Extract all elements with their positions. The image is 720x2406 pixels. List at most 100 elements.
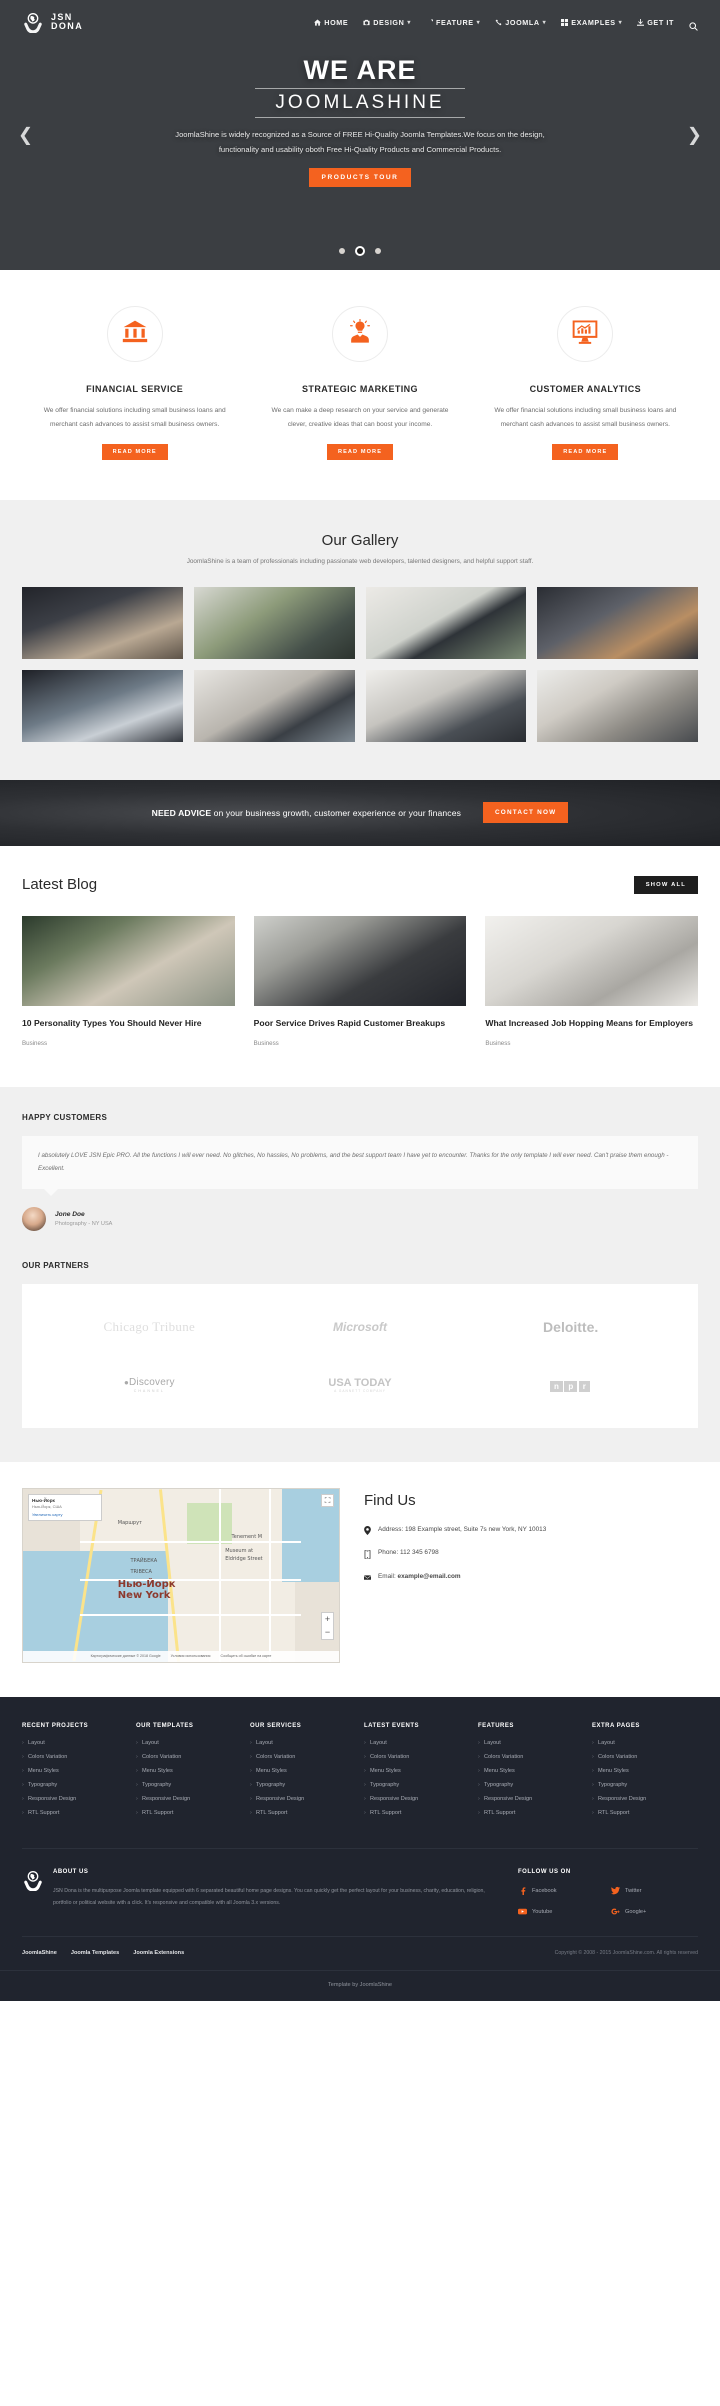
social-link-google-plus[interactable]: Google+ (611, 1907, 698, 1918)
footer-link[interactable]: Typography (364, 1782, 470, 1788)
map-zoom-controls[interactable]: + − (321, 1611, 334, 1640)
slider-dot-3[interactable] (375, 247, 382, 254)
footer-link[interactable]: RTL Support (478, 1810, 584, 1816)
blog-post-category[interactable]: Business (485, 1040, 698, 1047)
footer-link[interactable]: RTL Support (592, 1810, 698, 1816)
map-enlarge-link[interactable]: Увеличить карту (32, 1512, 98, 1517)
footer-link[interactable]: Responsive Design (22, 1796, 128, 1802)
partner-logo-item[interactable]: USA TODAY A GANNETT COMPANY (255, 1366, 466, 1404)
discovery-channel-logo: ●Discovery CHANNEL (124, 1377, 175, 1393)
blog-post-image[interactable] (253, 915, 467, 1006)
blog-post-title[interactable]: 10 Personality Types You Should Never Hi… (22, 1017, 235, 1029)
footer-link[interactable]: RTL Support (250, 1810, 356, 1816)
partner-logo-item[interactable]: ●Discovery CHANNEL (44, 1366, 255, 1404)
social-link-twitter[interactable]: Twitter (611, 1886, 698, 1897)
footer-link[interactable]: Layout (478, 1740, 584, 1746)
show-all-button[interactable]: SHOW ALL (633, 875, 698, 894)
hero-prev-arrow[interactable]: ❮ (18, 125, 33, 146)
blog-post-title[interactable]: Poor Service Drives Rapid Customer Break… (254, 1017, 467, 1029)
site-logo[interactable]: JSN DONA (22, 11, 83, 34)
footer-link[interactable]: Responsive Design (364, 1796, 470, 1802)
footer-link[interactable]: RTL Support (136, 1810, 242, 1816)
blog-post-title[interactable]: What Increased Job Hopping Means for Emp… (485, 1017, 698, 1029)
search-icon[interactable] (689, 18, 698, 31)
blog-post-category[interactable]: Business (22, 1040, 235, 1047)
gallery-item[interactable] (22, 586, 183, 659)
nav-item-home[interactable]: HOME (314, 18, 348, 27)
location-map[interactable]: Нью-Йорк Нью-Йорк, США Увеличить карту ⛶… (22, 1487, 340, 1663)
footer-link[interactable]: RTL Support (364, 1810, 470, 1816)
map-zoom-out-button[interactable]: − (322, 1626, 333, 1639)
map-report[interactable]: Сообщить об ошибке на карте (221, 1654, 272, 1658)
footer-link[interactable]: Typography (250, 1782, 356, 1788)
service-read-more-button[interactable]: READ MORE (101, 443, 168, 460)
blog-post-category[interactable]: Business (254, 1040, 467, 1047)
google-plus-icon (611, 1907, 620, 1918)
footer-link[interactable]: Menu Styles (364, 1768, 470, 1774)
blog-post-image[interactable] (22, 915, 235, 1006)
partner-logo-item[interactable]: Chicago Tribune (44, 1308, 255, 1346)
footer-link[interactable]: Typography (478, 1782, 584, 1788)
map-search-box[interactable]: Нью-Йорк Нью-Йорк, США Увеличить карту (28, 1493, 102, 1521)
footer-link[interactable]: Colors Variation (250, 1754, 356, 1760)
nav-item-joomla[interactable]: JOOMLA ▾ (495, 18, 546, 27)
footer-link[interactable]: Responsive Design (478, 1796, 584, 1802)
map-road (79, 1578, 302, 1581)
footer-link[interactable]: Layout (22, 1740, 128, 1746)
footer-link[interactable]: Responsive Design (592, 1796, 698, 1802)
gallery-item[interactable] (365, 586, 527, 659)
nav-item-feature[interactable]: FEATURE ▾ (426, 18, 480, 27)
footer-link[interactable]: RTL Support (22, 1810, 128, 1816)
footer-link[interactable]: Colors Variation (364, 1754, 470, 1760)
blog-post-image[interactable] (485, 915, 698, 1006)
footer-link[interactable]: Colors Variation (592, 1754, 698, 1760)
nav-item-design[interactable]: DESIGN ▾ (363, 18, 411, 27)
footer-link[interactable]: Menu Styles (250, 1768, 356, 1774)
footer-link[interactable]: Menu Styles (592, 1768, 698, 1774)
nav-item-get-it[interactable]: GET IT (637, 18, 674, 27)
footer-bottom-link-joomlashine[interactable]: JoomlaShine (22, 1950, 57, 1956)
footer-link[interactable]: Responsive Design (250, 1796, 356, 1802)
footer-link[interactable]: Menu Styles (136, 1768, 242, 1774)
gallery-item[interactable] (193, 669, 355, 742)
footer-link[interactable]: Colors Variation (478, 1754, 584, 1760)
footer-link[interactable]: Colors Variation (22, 1754, 128, 1760)
partner-logo-item[interactable]: Deloitte. (465, 1308, 676, 1346)
footer-link[interactable]: Layout (592, 1740, 698, 1746)
footer-link[interactable]: Layout (250, 1740, 356, 1746)
email-value[interactable]: example@email.com (398, 1573, 461, 1580)
service-read-more-button[interactable]: READ MORE (326, 443, 394, 460)
service-card-financial: FINANCIAL SERVICE We offer financial sol… (22, 306, 247, 460)
gallery-item[interactable] (365, 669, 527, 742)
discovery-name: Discovery (129, 1376, 175, 1388)
contact-now-button[interactable]: CONTACT NOW (482, 802, 569, 824)
footer-link[interactable]: Layout (136, 1740, 242, 1746)
nav-item-examples[interactable]: EXAMPLES ▾ (561, 18, 622, 27)
partner-logo-item[interactable]: Microsoft (255, 1308, 466, 1346)
footer-link[interactable]: Typography (22, 1782, 128, 1788)
footer-link[interactable]: Typography (592, 1782, 698, 1788)
footer-bottom-link-joomla-templates[interactable]: Joomla Templates (71, 1950, 119, 1956)
service-read-more-button[interactable]: READ MORE (552, 443, 619, 460)
social-link-youtube[interactable]: Youtube (518, 1907, 605, 1918)
gallery-item[interactable] (22, 669, 183, 742)
footer-bottom-link-joomla-extensions[interactable]: Joomla Extensions (133, 1950, 184, 1956)
map-fullscreen-button[interactable]: ⛶ (321, 1493, 334, 1507)
footer-link[interactable]: Menu Styles (22, 1768, 128, 1774)
map-zoom-in-button[interactable]: + (322, 1613, 333, 1626)
slider-dot-2[interactable] (357, 247, 363, 254)
footer-link[interactable]: Layout (364, 1740, 470, 1746)
hero-next-arrow[interactable]: ❯ (687, 125, 702, 146)
footer-link[interactable]: Menu Styles (478, 1768, 584, 1774)
map-terms[interactable]: Условия использования (171, 1654, 211, 1658)
slider-dot-1[interactable] (338, 247, 345, 254)
social-link-facebook[interactable]: Facebook (518, 1886, 605, 1897)
gallery-item[interactable] (537, 669, 698, 742)
gallery-item[interactable] (193, 586, 355, 659)
footer-link[interactable]: Responsive Design (136, 1796, 242, 1802)
gallery-item[interactable] (537, 586, 698, 659)
partner-logo-item[interactable]: npr (465, 1366, 676, 1404)
products-tour-button[interactable]: PRODUCTS TOUR (308, 167, 412, 187)
footer-link[interactable]: Colors Variation (136, 1754, 242, 1760)
footer-link[interactable]: Typography (136, 1782, 242, 1788)
